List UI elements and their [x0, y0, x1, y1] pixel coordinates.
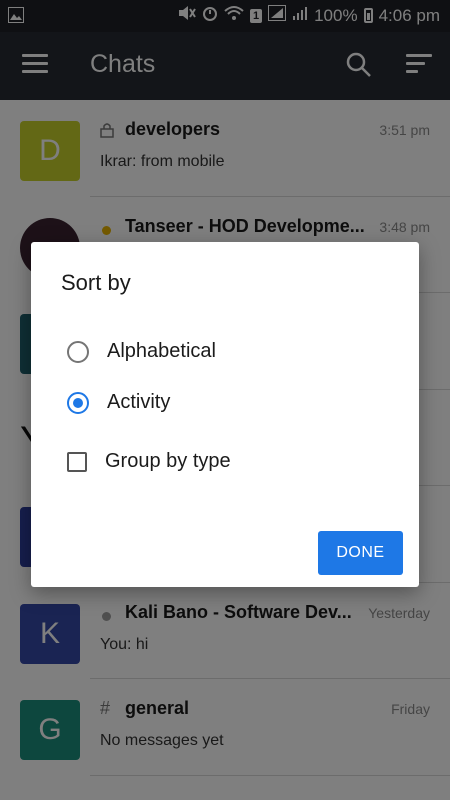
sort-dialog: Sort by Alphabetical Activity Group by t… — [31, 242, 419, 587]
done-button[interactable]: DONE — [318, 531, 403, 575]
option-label: Activity — [107, 391, 171, 413]
checkbox[interactable] — [67, 451, 87, 472]
dialog-title: Sort by — [61, 270, 131, 295]
option-label: Group by type — [105, 450, 231, 472]
group-by-type-option[interactable]: Group by type — [67, 450, 231, 473]
radio-button[interactable] — [67, 391, 89, 414]
radio-button[interactable] — [67, 340, 89, 363]
sort-option-alphabetical[interactable]: Alphabetical — [67, 340, 216, 363]
option-label: Alphabetical — [107, 340, 216, 362]
sort-option-activity[interactable]: Activity — [67, 391, 170, 414]
